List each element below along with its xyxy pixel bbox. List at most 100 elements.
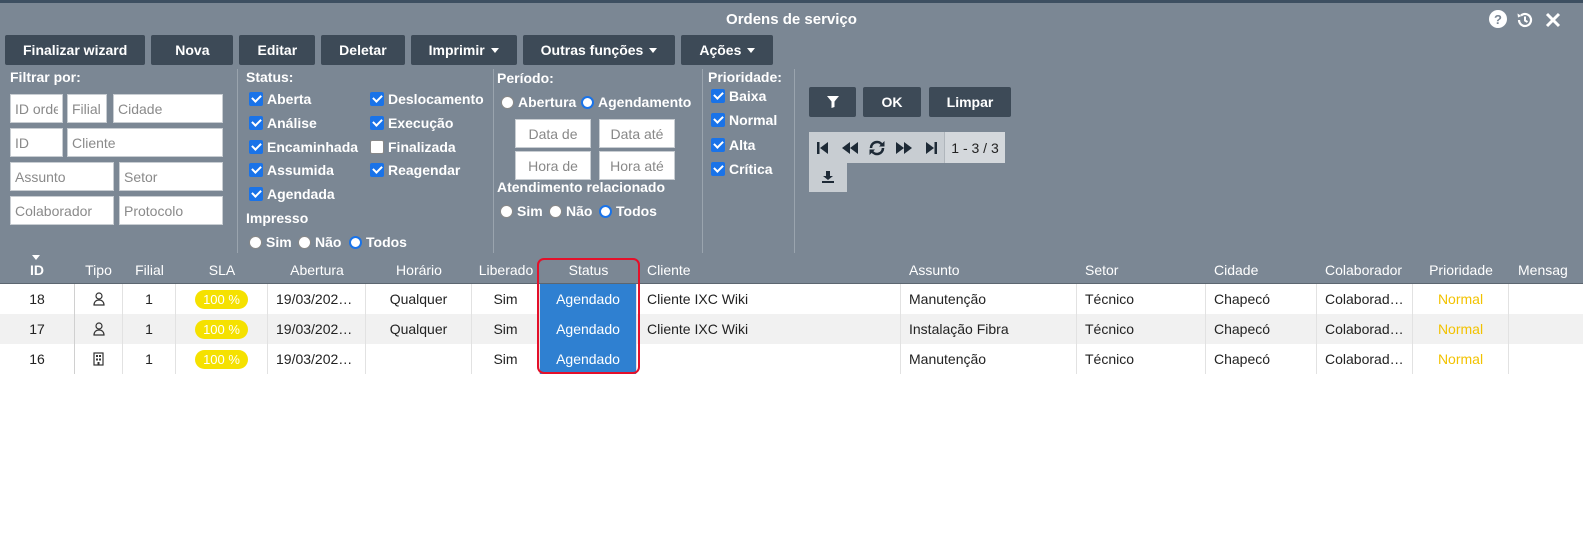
column-header-setor[interactable]: Setor — [1085, 255, 1205, 284]
cell-prioridade: Normal — [1413, 344, 1509, 374]
cell-cliente: Cliente IXC Wiki — [639, 314, 901, 344]
cidade-input[interactable] — [113, 94, 223, 123]
atendimento-sim-radio[interactable]: Sim — [500, 203, 543, 219]
cell-cliente — [639, 344, 901, 374]
protocolo-input[interactable] — [119, 196, 223, 225]
checkbox-label: Alta — [729, 137, 756, 153]
status-agendada-checkbox[interactable]: Agendada — [249, 186, 335, 202]
column-header-cidade[interactable]: Cidade — [1214, 255, 1322, 284]
filial-input[interactable] — [67, 94, 107, 123]
prioridade-baixa-checkbox[interactable]: Baixa — [711, 88, 766, 104]
first-page-icon[interactable] — [809, 132, 836, 163]
impresso-todos-radio[interactable]: Todos — [349, 234, 407, 250]
building-icon — [75, 344, 123, 374]
column-header-horario[interactable]: Horário — [366, 255, 472, 284]
download-icon[interactable] — [809, 161, 847, 192]
next-page-icon[interactable] — [890, 132, 917, 163]
cliente-input[interactable] — [67, 128, 223, 157]
previous-page-icon[interactable] — [836, 132, 863, 163]
radio-circle — [549, 204, 562, 218]
cell-setor: Técnico — [1077, 314, 1206, 344]
cell-abertura: 19/03/202… — [268, 284, 366, 314]
cell-horario — [366, 344, 472, 374]
colaborador-input[interactable] — [10, 196, 114, 225]
column-header-colaborador[interactable]: Colaborador — [1325, 255, 1413, 284]
checkbox-label: Assumida — [267, 162, 334, 178]
sla-badge: 100 % — [195, 289, 248, 309]
hora-ate-field[interactable]: Hora até — [599, 151, 675, 180]
status-aberta-checkbox[interactable]: Aberta — [249, 91, 311, 107]
id-input[interactable] — [10, 128, 63, 157]
periodo-abertura-radio[interactable]: Abertura — [501, 94, 576, 110]
prioridade-critica-checkbox[interactable]: Crítica — [711, 161, 773, 177]
status-assumida-checkbox[interactable]: Assumida — [249, 162, 334, 178]
cell-sla: 100 % — [176, 344, 268, 374]
column-header-status[interactable]: Status — [540, 255, 637, 284]
periodo-agendamento-radio[interactable]: Agendamento — [581, 94, 691, 110]
status-deslocamento-checkbox[interactable]: Deslocamento — [370, 91, 484, 107]
status-execucao-checkbox[interactable]: Execução — [370, 115, 453, 131]
button-label: Finalizar wizard — [23, 42, 128, 58]
button-label: Ações — [699, 42, 742, 58]
data-de-field[interactable]: Data de — [515, 119, 591, 148]
close-icon[interactable] — [1543, 10, 1563, 30]
finalizar-wizard-button[interactable]: Finalizar wizard — [5, 35, 146, 65]
column-header-assunto[interactable]: Assunto — [909, 255, 1074, 284]
last-page-icon[interactable] — [917, 132, 944, 163]
column-header-abertura[interactable]: Abertura — [268, 255, 366, 284]
radio-label: Abertura — [518, 94, 577, 110]
checkbox-box — [370, 163, 384, 177]
column-header-mensagem[interactable]: Mensag — [1518, 255, 1583, 284]
radio-label: Não — [566, 203, 593, 219]
status-encaminhada-checkbox[interactable]: Encaminhada — [249, 139, 358, 155]
impresso-nao-radio[interactable]: Não — [298, 234, 341, 250]
hora-de-field[interactable]: Hora de — [515, 151, 591, 180]
ok-button[interactable]: OK — [863, 87, 921, 117]
status-analise-checkbox[interactable]: Análise — [249, 115, 317, 131]
nova-button[interactable]: Nova — [151, 35, 234, 65]
column-header-prioridade[interactable]: Prioridade — [1413, 255, 1509, 284]
atendimento-nao-radio[interactable]: Não — [549, 203, 592, 219]
history-icon[interactable] — [1515, 10, 1535, 30]
prioridade-normal-checkbox[interactable]: Normal — [711, 112, 777, 128]
checkbox-label: Normal — [729, 112, 778, 128]
column-header-id[interactable]: ID — [0, 255, 74, 284]
button-label: Deletar — [339, 42, 387, 58]
column-header-cliente[interactable]: Cliente — [647, 255, 897, 284]
column-header-filial[interactable]: Filial — [123, 255, 176, 284]
id-order-input[interactable] — [10, 94, 63, 123]
status-finalizada-checkbox[interactable]: Finalizada — [370, 139, 456, 155]
cell-id: 18 — [0, 284, 75, 314]
filter-button[interactable] — [809, 87, 856, 117]
help-icon[interactable]: ? — [1489, 10, 1507, 28]
column-header-sla[interactable]: SLA — [176, 255, 268, 284]
column-header-liberado[interactable]: Liberado — [472, 255, 540, 284]
column-header-tipo[interactable]: Tipo — [74, 255, 123, 284]
refresh-icon[interactable] — [863, 132, 890, 163]
button-label: Imprimir — [428, 42, 485, 58]
window-controls: ? — [1489, 10, 1563, 30]
prioridade-alta-checkbox[interactable]: Alta — [711, 137, 755, 153]
status-reagendar-checkbox[interactable]: Reagendar — [370, 162, 460, 178]
table-row[interactable]: 17 1 100 % 19/03/202… Qualquer Sim Agend… — [0, 314, 1583, 344]
data-ate-field[interactable]: Data até — [599, 119, 675, 148]
editar-button[interactable]: Editar — [239, 35, 316, 65]
atendimento-todos-radio[interactable]: Todos — [599, 203, 657, 219]
limpar-button[interactable]: Limpar — [929, 87, 1011, 117]
table-row[interactable]: 18 1 100 % 19/03/202… Qualquer Sim Agend… — [0, 284, 1583, 314]
imprimir-dropdown-button[interactable]: Imprimir — [410, 35, 517, 65]
impresso-sim-radio[interactable]: Sim — [249, 234, 292, 250]
assunto-input[interactable] — [10, 162, 114, 191]
checkbox-label: Deslocamento — [388, 91, 484, 107]
pagination: 1 - 3 / 3 — [809, 132, 1005, 163]
cell-cidade: Chapecó — [1206, 314, 1317, 344]
setor-input[interactable] — [119, 162, 223, 191]
acoes-dropdown-button[interactable]: Ações — [681, 35, 774, 65]
table-row[interactable]: 16 1 100 % 19/03/202… Sim Agendado Manut… — [0, 344, 1583, 374]
cell-setor: Técnico — [1077, 284, 1206, 314]
cell-assunto: Instalação Fibra — [901, 314, 1077, 344]
outras-funcoes-dropdown-button[interactable]: Outras funções — [522, 35, 676, 65]
sla-badge: 100 % — [195, 319, 248, 339]
deletar-button[interactable]: Deletar — [321, 35, 405, 65]
checkbox-box — [711, 113, 725, 127]
